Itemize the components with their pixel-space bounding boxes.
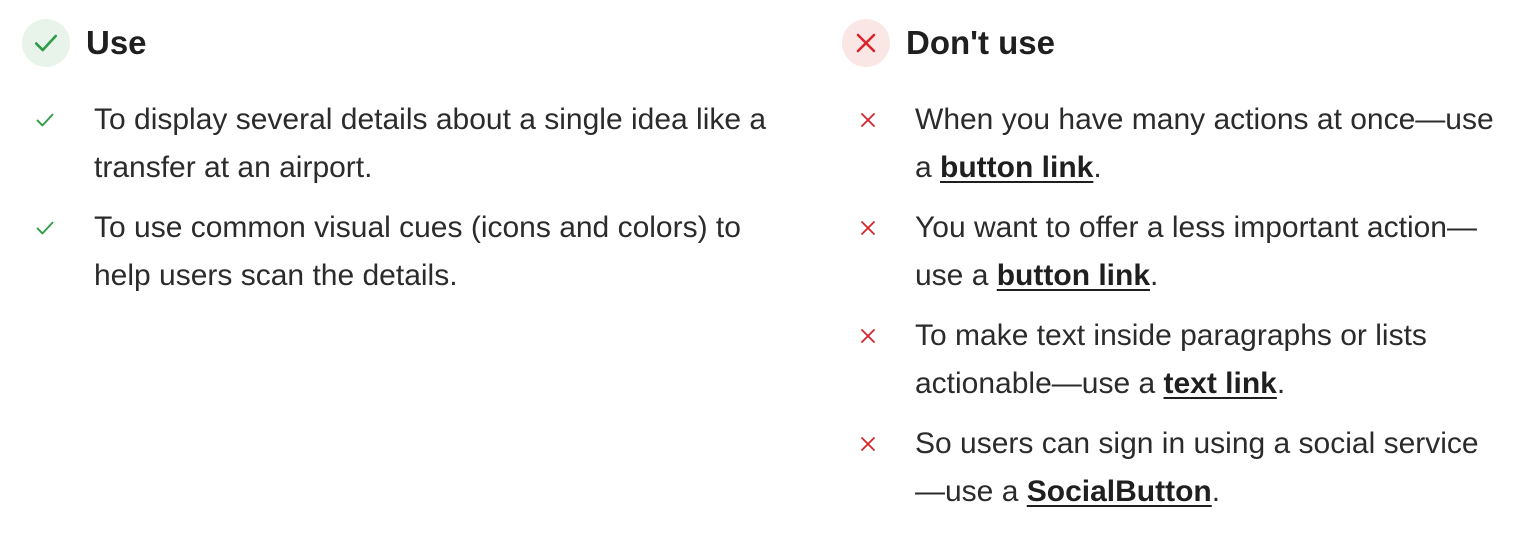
dont-use-badge [842, 19, 890, 67]
use-list: To display several details about a singl… [22, 96, 802, 300]
list-item: To make text inside paragraphs or lists … [842, 312, 1512, 408]
close-icon [856, 96, 880, 144]
use-badge [22, 19, 70, 67]
use-title: Use [86, 24, 147, 61]
dont-use-column: Don't use When you have many actions at … [842, 18, 1512, 528]
use-header: Use [22, 18, 802, 68]
list-item: To display several details about a singl… [22, 96, 802, 192]
list-item: You want to offer a less important actio… [842, 204, 1512, 300]
list-item: So users can sign in using a social serv… [842, 420, 1512, 516]
list-item-text-after: . [1093, 151, 1102, 184]
list-item: To use common visual cues (icons and col… [22, 204, 802, 300]
button-link[interactable]: button link [997, 259, 1150, 292]
list-item-text-after: . [1150, 259, 1159, 292]
list-item-text: To use common visual cues (icons and col… [94, 211, 741, 292]
list-item-text: To make text inside paragraphs or lists … [915, 312, 1505, 408]
use-column: Use To display several details about a s… [22, 18, 802, 312]
social-button-link[interactable]: SocialButton [1027, 475, 1212, 508]
check-icon [34, 34, 58, 52]
close-icon [856, 312, 880, 360]
button-link[interactable]: button link [940, 151, 1093, 184]
close-icon [856, 420, 880, 468]
list-item-text: When you have many actions at once—use a… [915, 96, 1505, 192]
list-item-text: You want to offer a less important actio… [915, 204, 1505, 300]
list-item-text-after: . [1276, 367, 1286, 400]
list-item-text: To display several details about a singl… [94, 103, 767, 184]
check-icon [33, 96, 57, 144]
close-icon [856, 204, 880, 252]
close-icon [856, 33, 876, 53]
list-item-text-after: . [1211, 475, 1221, 508]
check-icon [33, 204, 57, 252]
list-item-text: So users can sign in using a social serv… [915, 420, 1505, 516]
text-link[interactable]: text link [1164, 367, 1277, 400]
dont-use-title: Don't use [906, 24, 1056, 61]
dont-use-list: When you have many actions at once—use a… [842, 96, 1512, 516]
list-item: When you have many actions at once—use a… [842, 96, 1512, 192]
dont-use-header: Don't use [842, 18, 1512, 68]
